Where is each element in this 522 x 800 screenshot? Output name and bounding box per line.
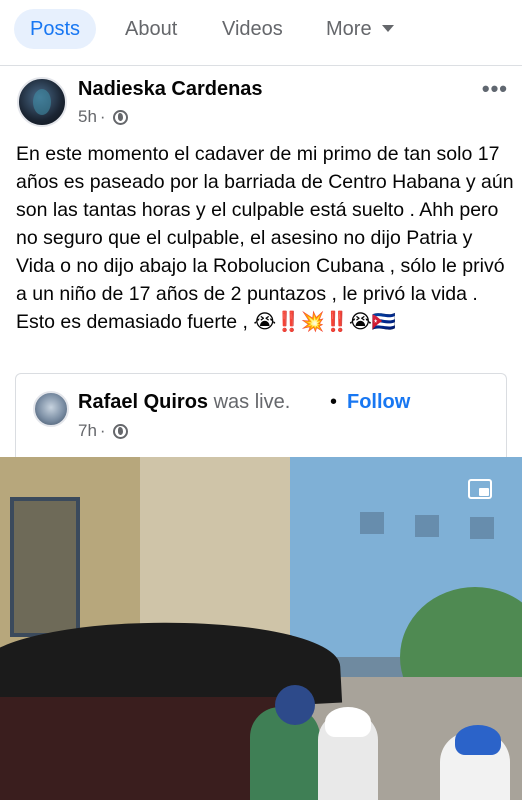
post-meta: 5h · [78,107,128,127]
shared-author-name[interactable]: Rafael Quiros [78,391,208,413]
follow-button[interactable]: Follow [347,391,410,414]
more-dots-icon[interactable]: ••• [482,76,508,102]
video-person-cap [275,685,315,725]
author-avatar[interactable] [17,77,67,127]
tab-more-label: More [326,18,372,40]
picture-in-picture-icon[interactable] [468,479,492,499]
video-player[interactable] [0,457,522,800]
video-door [10,497,80,637]
globe-icon [112,109,128,125]
post-author-name[interactable]: Nadieska Cardenas [78,78,263,101]
shared-meta: 7h · [78,421,128,441]
post-body: En este momento el cadaver de mi primo d… [16,140,516,336]
video-window [415,515,439,537]
tab-videos[interactable]: Videos [222,9,283,49]
shared-author-line: Rafael Quiros was live. [78,391,290,414]
shared-action-text: was live. [213,391,291,413]
video-person-cap [325,707,371,737]
post-text: En este momento el cadaver de mi primo d… [16,143,514,333]
shared-timestamp[interactable]: 7h [78,421,97,441]
tab-posts[interactable]: Posts [14,9,97,49]
video-window [470,517,494,539]
video-window [360,512,384,534]
caret-down-icon [381,25,394,32]
globe-icon [112,423,128,439]
follow-bullet: • [330,391,338,413]
shared-meta-separator: · [99,421,106,440]
shared-author-avatar[interactable] [33,391,69,427]
video-person-cap [455,725,501,755]
shared-live-card[interactable]: Rafael Quiros was live. • Follow 7h · [15,373,507,461]
post-emojis: 😭‼️💥‼️😭🇨🇺 [253,310,397,333]
page-tabs: Posts About Videos More [0,0,522,66]
post-timestamp[interactable]: 5h [78,107,97,127]
meta-separator: · [99,107,106,126]
tab-more[interactable]: More [326,9,394,49]
tab-about[interactable]: About [125,9,177,49]
